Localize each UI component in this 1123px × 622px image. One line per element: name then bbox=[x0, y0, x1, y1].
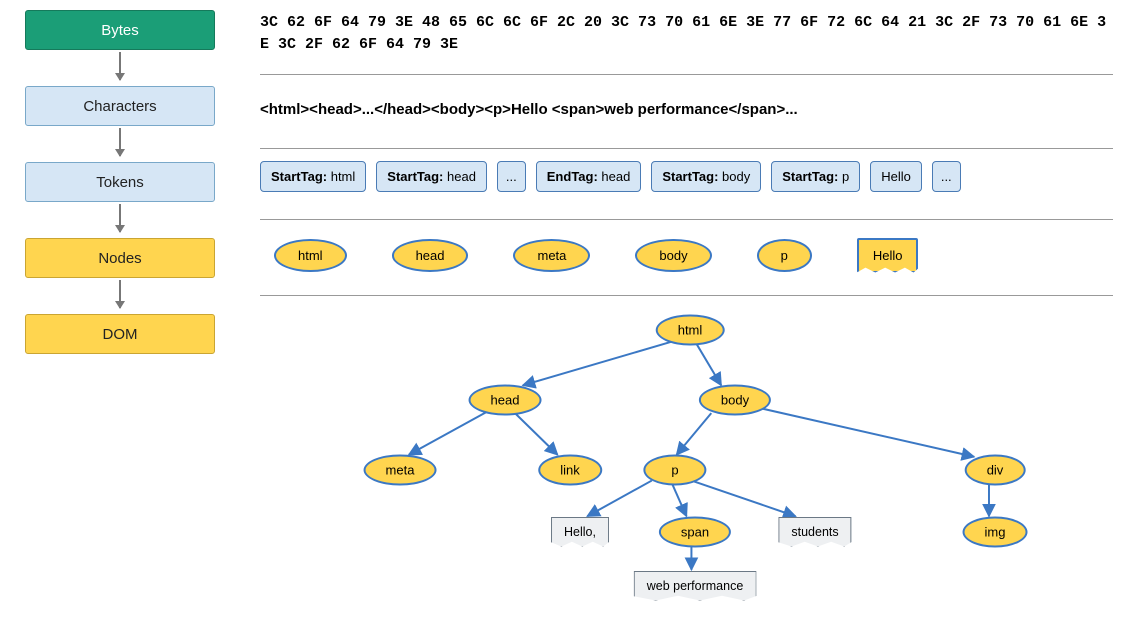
token-box: EndTag: head bbox=[536, 161, 642, 192]
token-box: ... bbox=[932, 161, 961, 192]
nodes-content: html head meta body p Hello bbox=[260, 230, 1113, 287]
token-label: StartTag: bbox=[782, 169, 842, 184]
token-value: ... bbox=[506, 169, 517, 184]
node-text-chip: Hello bbox=[857, 238, 919, 273]
arrow-down-icon bbox=[119, 128, 121, 156]
divider bbox=[260, 219, 1113, 220]
token-box: StartTag: head bbox=[376, 161, 487, 192]
token-label: EndTag: bbox=[547, 169, 602, 184]
tree-text-students: students bbox=[778, 517, 851, 547]
divider bbox=[260, 148, 1113, 149]
tree-node-div: div bbox=[965, 454, 1026, 485]
token-box: StartTag: p bbox=[771, 161, 860, 192]
stage-nodes: Nodes bbox=[25, 238, 215, 278]
characters-content: <html><head>...</head><body><p>Hello <sp… bbox=[260, 85, 1113, 140]
arrow-down-icon bbox=[119, 280, 121, 308]
dom-tree: html head body meta link p div Hello, sp… bbox=[260, 306, 1113, 596]
token-label: StartTag: bbox=[387, 169, 447, 184]
tree-node-span: span bbox=[659, 516, 731, 547]
tree-node-p: p bbox=[643, 454, 706, 485]
token-value: html bbox=[331, 169, 356, 184]
token-label: StartTag: bbox=[271, 169, 331, 184]
token-value: head bbox=[447, 169, 476, 184]
token-value: head bbox=[601, 169, 630, 184]
token-value: body bbox=[722, 169, 750, 184]
node-ellipse: body bbox=[635, 239, 711, 272]
token-box: StartTag: html bbox=[260, 161, 366, 192]
content-column: 3C 62 6F 64 79 3E 48 65 6C 6C 6F 2C 20 3… bbox=[230, 10, 1113, 596]
tree-node-img: img bbox=[963, 516, 1028, 547]
stage-dom: DOM bbox=[25, 314, 215, 354]
bytes-content: 3C 62 6F 64 79 3E 48 65 6C 6C 6F 2C 20 3… bbox=[260, 10, 1113, 66]
token-value: p bbox=[842, 169, 849, 184]
divider bbox=[260, 295, 1113, 296]
stage-tokens: Tokens bbox=[25, 162, 215, 202]
stage-column: Bytes Characters Tokens Nodes DOM bbox=[10, 10, 230, 354]
node-ellipse: head bbox=[392, 239, 469, 272]
node-ellipse: p bbox=[757, 239, 812, 272]
node-ellipse: meta bbox=[513, 239, 590, 272]
tree-edges bbox=[260, 306, 1113, 594]
bytes-hex-text: 3C 62 6F 64 79 3E 48 65 6C 6C 6F 2C 20 3… bbox=[260, 12, 1113, 56]
tree-node-head: head bbox=[469, 384, 542, 415]
token-box: ... bbox=[497, 161, 526, 192]
arrow-down-icon bbox=[119, 52, 121, 80]
token-box: Hello bbox=[870, 161, 922, 192]
stage-characters: Characters bbox=[25, 86, 215, 126]
tree-node-html: html bbox=[656, 314, 725, 345]
arrow-down-icon bbox=[119, 204, 121, 232]
stage-bytes: Bytes bbox=[25, 10, 215, 50]
tree-node-link: link bbox=[538, 454, 602, 485]
tokens-content: StartTag: htmlStartTag: head...EndTag: h… bbox=[260, 159, 1113, 211]
token-value: Hello bbox=[881, 169, 911, 184]
tree-text-webperf: web performance bbox=[634, 571, 757, 601]
tree-node-body: body bbox=[699, 384, 771, 415]
tree-text-hello: Hello, bbox=[551, 517, 609, 547]
token-value: ... bbox=[941, 169, 952, 184]
divider bbox=[260, 74, 1113, 75]
characters-text: <html><head>...</head><body><p>Hello <sp… bbox=[260, 101, 1113, 118]
token-label: StartTag: bbox=[662, 169, 722, 184]
tree-node-meta: meta bbox=[364, 454, 437, 485]
node-ellipse: html bbox=[274, 239, 347, 272]
token-box: StartTag: body bbox=[651, 161, 761, 192]
